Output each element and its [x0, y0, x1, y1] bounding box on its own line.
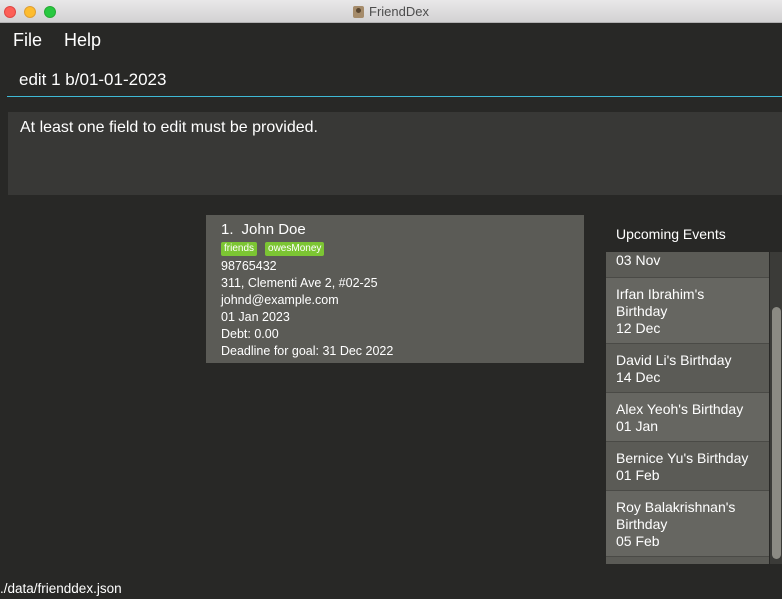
menu-file[interactable]: File	[13, 30, 42, 51]
person-card[interactable]: 1. John Doe friends owesMoney 98765432 3…	[206, 215, 584, 363]
save-location: ./data/frienddex.json	[0, 581, 122, 596]
person-phone: 98765432	[221, 259, 277, 273]
window-title: FriendDex	[369, 4, 429, 19]
event-name: Roy Balakrishnan's Birthday	[616, 499, 736, 532]
person-birthday: 01 Jan 2023	[221, 310, 290, 324]
window-title-wrap: FriendDex	[0, 0, 782, 23]
event-date: 05 Feb	[616, 533, 660, 549]
event-date: 01 Feb	[616, 467, 660, 483]
events-list[interactable]: 03 Nov Irfan Ibrahim's Birthday 12 Dec D…	[606, 252, 769, 564]
event-date: 14 Dec	[616, 369, 661, 385]
person-index: 1.	[221, 221, 234, 238]
tag-list: friends owesMoney	[221, 242, 569, 256]
event-item[interactable]: 03 Nov	[606, 252, 769, 278]
event-item[interactable]: Alex Yeoh's Birthday 01 Jan	[606, 393, 769, 442]
menu-bar: File Help	[0, 23, 782, 57]
event-name: David Li's Birthday	[616, 352, 732, 368]
app-icon	[353, 5, 365, 18]
command-box	[7, 63, 782, 97]
result-message: At least one field to edit must be provi…	[20, 119, 318, 136]
person-address: 311, Clementi Ave 2, #02-25	[221, 276, 378, 290]
events-title: Upcoming Events	[616, 226, 726, 242]
events-scrollbar[interactable]	[770, 252, 782, 564]
person-email: johnd@example.com	[221, 293, 339, 307]
event-date: 03 Nov	[616, 252, 661, 268]
result-display: At least one field to edit must be provi…	[8, 112, 782, 195]
event-item[interactable]: Irfan Ibrahim's Birthday 12 Dec	[606, 278, 769, 344]
tag-friends: friends	[221, 242, 258, 256]
tag-owesmoney: owesMoney	[265, 242, 325, 256]
event-date: 01 Jan	[616, 418, 659, 434]
event-item[interactable]: David Li's Birthday 14 Dec	[606, 344, 769, 393]
person-header: 1. John Doe	[221, 221, 569, 239]
event-item[interactable]: Roy Balakrishnan's Birthday 05 Feb	[606, 491, 769, 557]
event-name: Irfan Ibrahim's Birthday	[616, 286, 705, 319]
menu-help[interactable]: Help	[64, 30, 101, 51]
person-name: John Doe	[241, 221, 306, 238]
command-input[interactable]	[19, 68, 759, 92]
person-goal: Deadline for goal: 31 Dec 2022	[221, 344, 394, 358]
event-item[interactable]: Bernice Yu's Birthday 01 Feb	[606, 442, 769, 491]
event-name: Alex Yeoh's Birthday	[616, 401, 744, 417]
event-date: 12 Dec	[616, 320, 661, 336]
title-bar: FriendDex	[0, 0, 782, 23]
scroll-thumb[interactable]	[772, 307, 781, 559]
person-debt: Debt: 0.00	[221, 327, 279, 341]
event-name: Bernice Yu's Birthday	[616, 450, 749, 466]
status-bar: ./data/frienddex.json	[0, 579, 782, 599]
